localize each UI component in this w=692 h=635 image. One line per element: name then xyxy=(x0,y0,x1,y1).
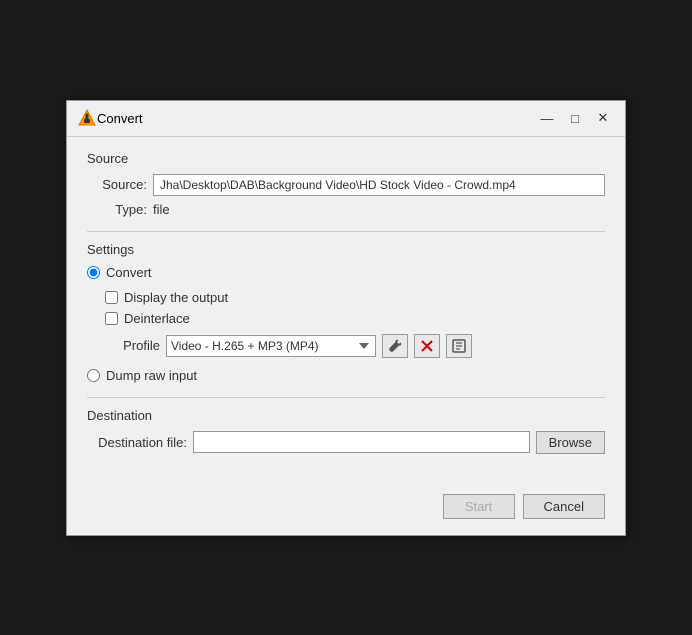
type-field-label: Type: xyxy=(87,202,147,217)
minimize-button[interactable]: — xyxy=(535,108,559,128)
source-field-label: Source: xyxy=(87,177,147,192)
destination-grid: Destination file: Browse xyxy=(87,431,605,454)
source-section: Source Source: Type: file xyxy=(87,151,605,217)
dialog-footer: Start Cancel xyxy=(67,484,625,535)
dump-raw-radio[interactable] xyxy=(87,369,100,382)
destination-input[interactable] xyxy=(193,431,530,453)
convert-window: Convert — □ ✕ Source Source: Type: file … xyxy=(66,100,626,536)
profile-select[interactable]: Video - H.265 + MP3 (MP4) Video - H.264 … xyxy=(166,335,376,357)
new-profile-icon xyxy=(452,339,466,353)
browse-button[interactable]: Browse xyxy=(536,431,605,454)
convert-radio-label[interactable]: Convert xyxy=(106,265,152,280)
window-title: Convert xyxy=(97,111,535,126)
delete-icon xyxy=(420,339,434,353)
dialog-content: Source Source: Type: file Settings Conve… xyxy=(67,137,625,484)
destination-section-label: Destination xyxy=(87,408,605,423)
source-section-label: Source xyxy=(87,151,605,166)
deinterlace-checkbox[interactable] xyxy=(105,312,118,325)
close-button[interactable]: ✕ xyxy=(591,108,615,128)
type-value: file xyxy=(153,202,605,217)
convert-radio[interactable] xyxy=(87,266,100,279)
deinterlace-label[interactable]: Deinterlace xyxy=(124,311,190,326)
maximize-button[interactable]: □ xyxy=(563,108,587,128)
settings-section-label: Settings xyxy=(87,242,605,257)
profile-delete-button[interactable] xyxy=(414,334,440,358)
display-output-label[interactable]: Display the output xyxy=(124,290,228,305)
destination-section: Destination Destination file: Browse xyxy=(87,408,605,454)
profile-settings-button[interactable] xyxy=(382,334,408,358)
profile-new-button[interactable] xyxy=(446,334,472,358)
settings-section: Settings Convert Display the output Dein… xyxy=(87,242,605,383)
start-button[interactable]: Start xyxy=(443,494,515,519)
titlebar: Convert — □ ✕ xyxy=(67,101,625,137)
dump-raw-radio-row: Dump raw input xyxy=(87,368,605,383)
display-output-checkbox[interactable] xyxy=(105,291,118,304)
profile-row: Profile Video - H.265 + MP3 (MP4) Video … xyxy=(105,334,605,358)
convert-radio-row: Convert xyxy=(87,265,605,280)
section-divider xyxy=(87,231,605,232)
dump-raw-label[interactable]: Dump raw input xyxy=(106,368,197,383)
dest-file-label: Destination file: xyxy=(87,435,187,450)
profile-label: Profile xyxy=(105,338,160,353)
source-grid: Source: Type: file xyxy=(87,174,605,217)
source-input[interactable] xyxy=(153,174,605,196)
cancel-button[interactable]: Cancel xyxy=(523,494,605,519)
wrench-icon xyxy=(388,339,402,353)
display-output-row: Display the output xyxy=(105,290,605,305)
destination-divider xyxy=(87,397,605,398)
vlc-icon xyxy=(77,108,97,128)
deinterlace-row: Deinterlace xyxy=(105,311,605,326)
window-controls: — □ ✕ xyxy=(535,108,615,128)
